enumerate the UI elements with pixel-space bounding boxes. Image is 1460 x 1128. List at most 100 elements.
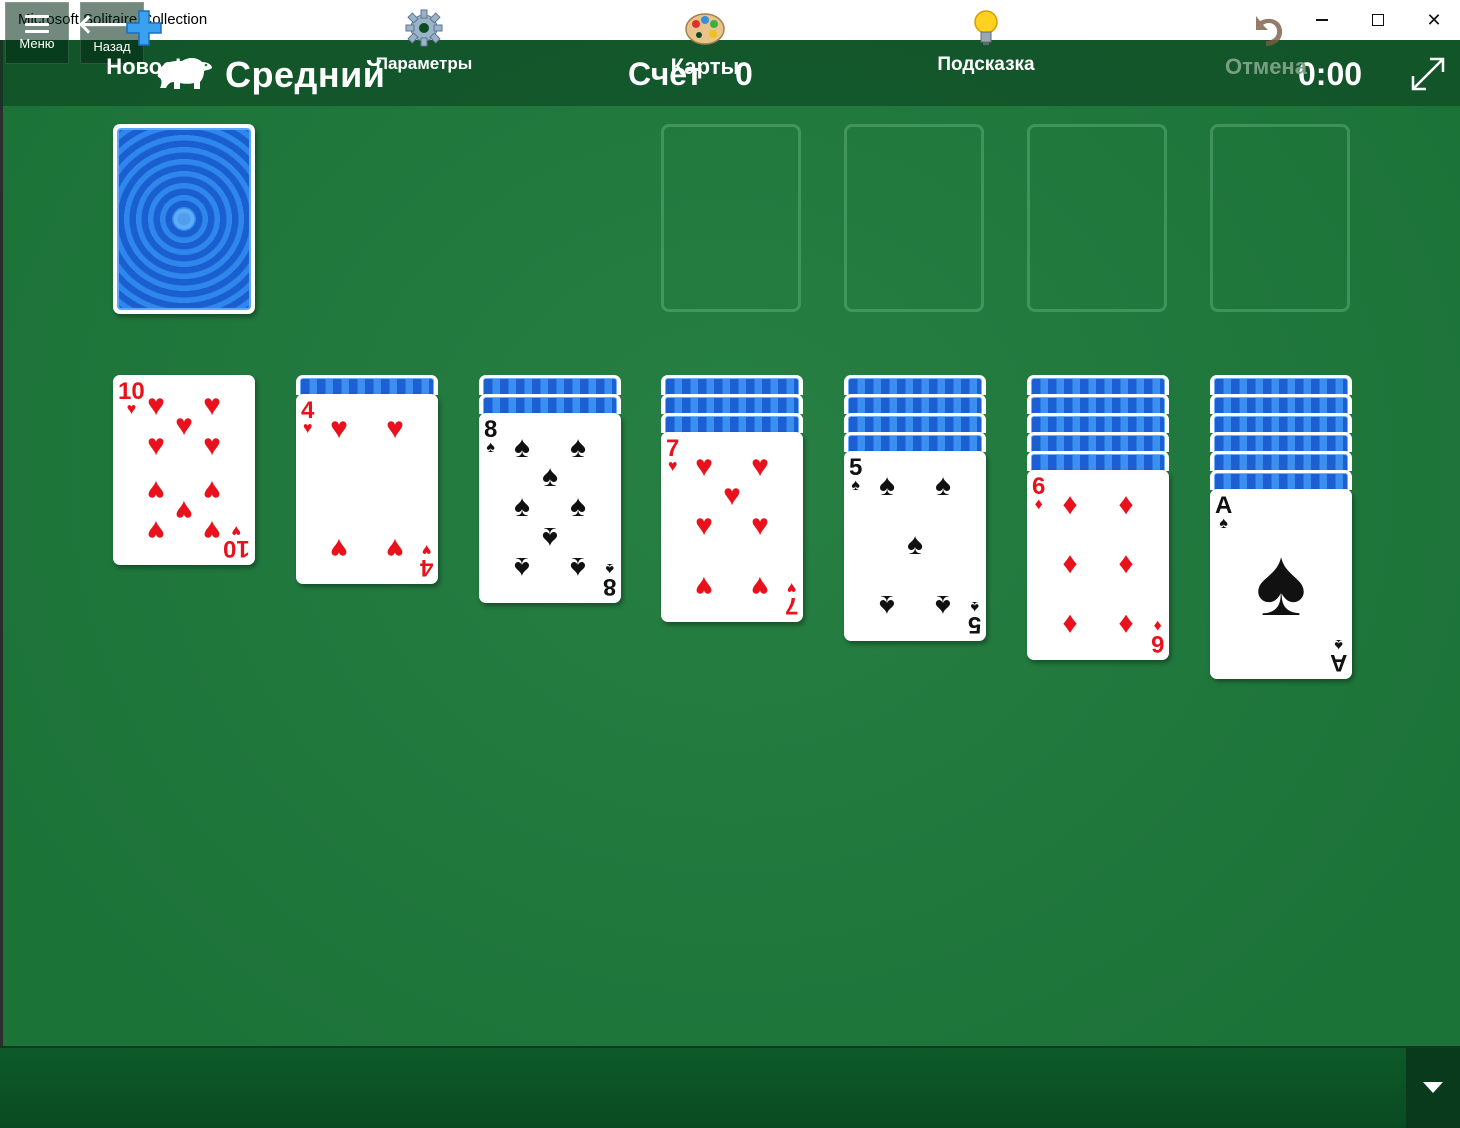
card-corner-index: 7 ♥	[666, 437, 679, 475]
card-rank: 10	[223, 535, 250, 562]
card-pip: ♦	[1062, 547, 1078, 580]
card-suit: ♠	[851, 477, 860, 494]
playing-card[interactable]: 5 ♠ 5 ♠ ♠ ♠ ♠ ♠ ♠	[844, 451, 986, 641]
card-pip: ♥	[203, 389, 221, 422]
hamburger-icon	[25, 15, 49, 33]
card-pip: ♥	[695, 509, 713, 542]
close-icon: ✕	[1426, 9, 1442, 30]
card-suit: ♦	[1034, 496, 1043, 513]
card-pip: ♠	[570, 551, 586, 584]
new-game-button[interactable]: Новое!	[54, 6, 234, 82]
foundation-slot-4[interactable]	[1210, 124, 1350, 312]
menu-label: Меню	[19, 36, 55, 51]
card-rank: 8	[602, 573, 616, 600]
card-rank: 7	[784, 592, 798, 619]
playing-card[interactable]: 4 ♥ 4 ♥ ♥ ♥ ♥ ♥	[296, 394, 438, 584]
card-pip: ♥	[147, 389, 165, 422]
face-down-card	[661, 394, 803, 414]
face-down-card	[1210, 394, 1352, 414]
undo-label: Отмена	[1225, 54, 1307, 79]
card-pip: ♥	[147, 429, 165, 462]
face-down-card	[1210, 451, 1352, 471]
card-rank: 4	[419, 554, 433, 581]
card-pip: ♠	[879, 469, 895, 502]
card-pip: ♥	[203, 429, 221, 462]
card-corner-index: 5 ♠	[968, 598, 981, 638]
card-corner-index: 5 ♠	[849, 456, 862, 494]
card-rank: 6	[1150, 630, 1164, 657]
card-suit: ♥	[667, 458, 678, 475]
undo-button[interactable]: Отмена	[1176, 6, 1356, 82]
card-suit: ♥	[421, 541, 432, 558]
playing-card[interactable]: 10 ♥ 10 ♥ ♥ ♥ ♥ ♥ ♥ ♥ ♥ ♥ ♥ ♥	[113, 375, 255, 565]
card-corner-index: 6 ♦	[1150, 617, 1164, 657]
cards-label: Карты	[670, 54, 740, 79]
face-down-card	[1027, 413, 1169, 433]
face-down-card	[296, 375, 438, 395]
card-corner-index: 4 ♥	[301, 399, 314, 437]
card-pip: ♦	[1118, 608, 1134, 641]
card-corner-index: 6 ♦	[1032, 475, 1045, 513]
card-pip: ♥	[147, 514, 165, 547]
card-corner-index: 10 ♥	[223, 522, 250, 562]
maximize-button[interactable]	[1350, 0, 1406, 40]
playing-card[interactable]: A ♠ A ♠ ♠	[1210, 489, 1352, 679]
card-suit: ♠	[1219, 515, 1228, 532]
palette-icon	[683, 6, 727, 50]
face-down-card	[844, 432, 986, 452]
card-rank: A	[1329, 649, 1347, 676]
hint-label: Подсказка	[937, 54, 1035, 75]
hint-button[interactable]: Подсказка	[896, 6, 1076, 82]
bottom-toolbar	[0, 1046, 1460, 1128]
face-down-card	[1210, 413, 1352, 433]
card-pip: ♥	[723, 479, 741, 512]
fullscreen-icon[interactable]	[1408, 54, 1448, 94]
maximize-icon	[1372, 14, 1384, 26]
playing-card[interactable]: 7 ♥ 7 ♥ ♥ ♥ ♥ ♥ ♥ ♥ ♥	[661, 432, 803, 622]
settings-label: Параметры	[375, 54, 473, 73]
foundation-slot-1[interactable]	[661, 124, 801, 312]
card-corner-index: 4 ♥	[419, 541, 433, 581]
face-down-card	[844, 413, 986, 433]
card-pip: ♦	[1118, 488, 1134, 521]
card-corner-index: 8 ♠	[484, 418, 497, 456]
card-pip: ♥	[203, 514, 221, 547]
foundation-slot-2[interactable]	[844, 124, 984, 312]
card-pip: ♠	[935, 589, 951, 622]
undo-arrow-icon	[1244, 6, 1288, 50]
card-suit: ♠	[486, 439, 495, 456]
card-pip: ♥	[751, 450, 769, 483]
foundation-slot-3[interactable]	[1027, 124, 1167, 312]
card-pip: ♥	[203, 474, 221, 507]
card-corner-index: A ♠	[1215, 494, 1232, 532]
lightbulb-icon	[964, 6, 1008, 50]
face-down-card	[479, 394, 621, 414]
card-pip: ♥	[751, 509, 769, 542]
settings-button[interactable]: Параметры	[334, 6, 514, 82]
card-pip: ♠	[570, 431, 586, 464]
face-down-card	[661, 375, 803, 395]
card-suit: ♥	[786, 579, 797, 596]
face-down-card	[1027, 394, 1169, 414]
face-down-card	[1210, 470, 1352, 490]
cards-button[interactable]: Карты	[615, 6, 795, 82]
card-pip: ♥	[175, 494, 193, 527]
card-pip: ♥	[695, 570, 713, 603]
card-pip: ♠	[514, 490, 530, 523]
expand-toolbar-button[interactable]	[1406, 1048, 1460, 1128]
close-button[interactable]: ✕	[1406, 0, 1460, 40]
card-pip: ♠	[542, 521, 558, 554]
playing-card[interactable]: 8 ♠ 8 ♠ ♠ ♠ ♠ ♠ ♠ ♠ ♠ ♠	[479, 413, 621, 603]
stock-pile[interactable]	[113, 124, 255, 314]
card-pip: ♥	[330, 532, 348, 565]
face-down-card	[844, 394, 986, 414]
playing-card[interactable]: 6 ♦ 6 ♦ ♦ ♦ ♦ ♦ ♦ ♦	[1027, 470, 1169, 660]
card-pip: ♥	[386, 412, 404, 445]
card-pip: ♠	[514, 551, 530, 584]
card-pip: ♥	[751, 570, 769, 603]
new-game-label: Новое!	[106, 54, 182, 79]
face-down-card	[1027, 432, 1169, 452]
card-pip: ♥	[695, 450, 713, 483]
card-pip: ♠	[542, 460, 558, 493]
card-pip: ♠	[935, 469, 951, 502]
